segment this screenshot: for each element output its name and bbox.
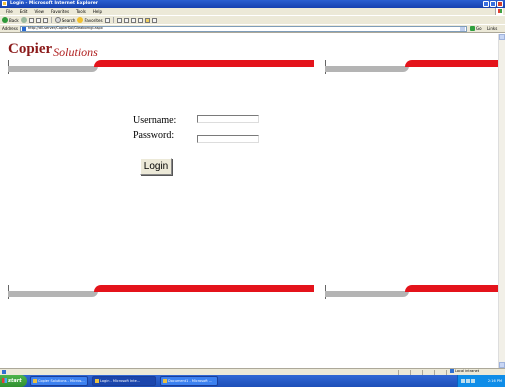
back-arrow-icon	[2, 17, 8, 23]
mail-icon[interactable]	[116, 17, 122, 23]
edit-icon[interactable]	[130, 17, 136, 23]
taskbar: start Copier Solutions - Micros... Login…	[0, 375, 505, 387]
password-field[interactable]	[197, 135, 259, 143]
menu-tools[interactable]: Tools	[76, 9, 86, 14]
links-button[interactable]: Links	[487, 26, 497, 31]
window-title-bar[interactable]: Login - Microsoft Internet Explorer	[0, 0, 505, 8]
menu-view[interactable]: View	[34, 9, 44, 14]
go-arrow-icon	[470, 26, 475, 31]
system-tray: 2:16 PM	[457, 375, 505, 387]
header-swoosh-left	[8, 60, 314, 74]
zone-label: Local intranet	[455, 369, 480, 373]
close-icon[interactable]	[497, 1, 503, 7]
address-label: Address	[2, 26, 18, 31]
window-title: Login - Microsoft Internet Explorer	[10, 1, 98, 6]
tray-icons	[461, 379, 475, 383]
status-bar: Local intranet	[0, 368, 505, 375]
go-button[interactable]: Go	[470, 26, 482, 31]
start-button[interactable]: start	[0, 375, 27, 387]
forward-button[interactable]	[20, 17, 27, 23]
print-icon[interactable]	[123, 17, 129, 23]
username-label: Username:	[133, 115, 177, 126]
discuss-icon[interactable]	[137, 17, 143, 23]
stop-icon[interactable]	[28, 17, 34, 23]
grey-bar	[8, 66, 98, 72]
search-icon	[54, 17, 61, 23]
search-label: Search	[61, 17, 76, 23]
address-bar: Address http://dll-server/CopierSol/Glea…	[0, 24, 505, 33]
home-icon[interactable]	[42, 17, 48, 23]
menu-file[interactable]: File	[6, 9, 13, 14]
grey-bar	[8, 291, 98, 297]
vertical-scrollbar[interactable]	[498, 34, 505, 368]
menu-edit[interactable]: Edit	[20, 9, 28, 14]
chevron-down-icon[interactable]	[460, 27, 465, 31]
red-bar	[94, 285, 314, 292]
page-done-icon	[2, 370, 6, 374]
ie-icon	[2, 1, 7, 6]
network-icon[interactable]	[461, 379, 465, 383]
username-field[interactable]	[197, 115, 259, 123]
red-bar	[405, 285, 498, 292]
menu-help[interactable]: Help	[93, 9, 102, 14]
back-button[interactable]: Back	[2, 17, 19, 23]
favorites-button[interactable]: Favorites	[77, 17, 103, 23]
maximize-icon[interactable]	[490, 1, 496, 7]
toolbar-separator	[50, 17, 52, 23]
address-input[interactable]: http://dll-server/CopierSol/Gleaborngl.a…	[20, 26, 467, 32]
menu-bar: File Edit View Favorites Tools Help	[0, 8, 505, 15]
window-controls	[483, 1, 503, 7]
security-icon[interactable]	[471, 379, 475, 383]
menu-favorites[interactable]: Favorites	[51, 9, 69, 14]
login-button[interactable]: Login	[140, 158, 172, 175]
taskbar-item-document1[interactable]: Document1 - Microsoft ...	[160, 376, 218, 386]
header-swoosh-right	[325, 60, 498, 74]
taskbar-item-login[interactable]: Login - Microsoft Inte...	[92, 376, 156, 386]
site-logo: CopierSolutions	[8, 41, 98, 59]
clock: 2:16 PM	[487, 379, 502, 383]
forward-arrow-icon	[20, 17, 27, 23]
password-label: Password:	[133, 130, 175, 141]
red-bar	[94, 60, 314, 67]
security-zone: Local intranet	[450, 369, 479, 373]
folder-icon[interactable]	[144, 17, 150, 23]
page-icon	[22, 27, 26, 31]
page-content	[0, 34, 505, 368]
logo-text-copier: Copier	[8, 41, 53, 57]
minimize-icon[interactable]	[483, 1, 489, 7]
address-url: http://dll-server/CopierSol/Gleaborngl.a…	[28, 26, 103, 30]
refresh-icon[interactable]	[35, 17, 41, 23]
footer-swoosh-left	[8, 285, 314, 299]
go-label: Go	[476, 26, 482, 31]
intranet-icon	[450, 369, 454, 373]
toolbar-separator	[112, 17, 114, 23]
taskbar-item-copier-solutions[interactable]: Copier Solutions - Micros...	[30, 376, 88, 386]
back-label: Back	[9, 17, 19, 23]
favorites-label: Favorites	[84, 17, 103, 23]
scroll-up-icon[interactable]	[499, 34, 505, 40]
messenger-icon[interactable]	[151, 17, 157, 23]
search-button[interactable]: Search	[54, 17, 76, 23]
red-bar	[405, 60, 498, 67]
grey-bar	[325, 291, 409, 297]
logo-text-solutions: Solutions	[53, 45, 98, 59]
windows-logo-icon	[495, 8, 503, 15]
grey-bar	[325, 66, 409, 72]
footer-swoosh-right	[325, 285, 498, 299]
standard-toolbar: Back Search Favorites	[0, 15, 505, 24]
history-icon[interactable]	[104, 17, 110, 23]
star-icon	[77, 17, 84, 23]
volume-icon[interactable]	[466, 379, 470, 383]
